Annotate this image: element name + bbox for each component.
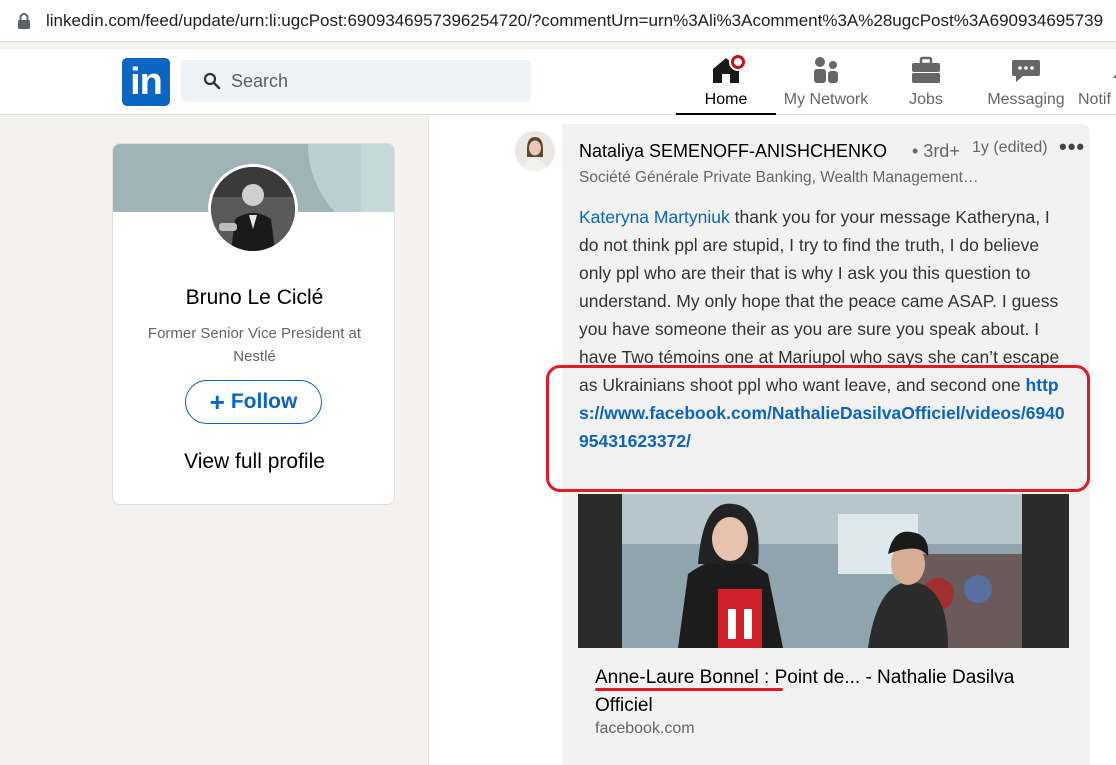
link-title-highlighted: Anne-Laure Bonnel : xyxy=(595,667,770,688)
profile-card: Bruno Le Ciclé Former Senior Vice Presid… xyxy=(112,143,395,505)
red-highlight-annotation xyxy=(546,365,1090,492)
linkedin-logo-icon[interactable]: in xyxy=(122,58,170,106)
plus-icon: + xyxy=(209,387,225,417)
commenter-avatar[interactable] xyxy=(515,131,555,171)
red-underline-annotation xyxy=(595,688,783,691)
nav-label-my-network: My Network xyxy=(783,91,869,108)
nav-item-home[interactable]: Home xyxy=(676,53,776,115)
search-input[interactable]: Search xyxy=(181,60,531,102)
nav-label-notifications: Notif xyxy=(1078,91,1111,108)
follow-button[interactable]: + Follow xyxy=(185,380,322,424)
nav-item-jobs[interactable]: Jobs xyxy=(880,53,972,115)
top-navigation: in Search Home My Network Jobs Messaging… xyxy=(0,49,1116,115)
briefcase-icon xyxy=(909,53,943,87)
bell-icon xyxy=(1108,53,1116,87)
nav-label-jobs: Jobs xyxy=(909,91,943,108)
connection-degree: • 3rd+ xyxy=(912,141,960,161)
comment-author-headline: Société Générale Private Banking, Wealth… xyxy=(579,169,979,186)
chat-icon xyxy=(1009,53,1043,87)
nav-label-home: Home xyxy=(704,91,748,108)
video-thumbnail[interactable] xyxy=(578,494,1069,648)
avatar[interactable] xyxy=(208,164,298,254)
follow-label: Follow xyxy=(230,390,298,413)
comment-timestamp: 1y (edited) xyxy=(972,139,1048,156)
link-preview-title[interactable]: Anne-Laure Bonnel : Point de... - Nathal… xyxy=(595,664,1055,720)
nav-item-messaging[interactable]: Messaging xyxy=(980,53,1072,115)
search-icon xyxy=(203,72,221,90)
nav-item-notifications[interactable]: Notif xyxy=(1078,53,1116,115)
browser-address-bar[interactable]: linkedin.com/feed/update/urn:li:ugcPost:… xyxy=(0,0,1116,42)
profile-name[interactable]: Bruno Le Ciclé xyxy=(113,286,394,310)
notification-badge xyxy=(729,53,747,71)
url-text[interactable]: linkedin.com/feed/update/urn:li:ugcPost:… xyxy=(46,11,1103,31)
network-icon xyxy=(809,53,843,87)
home-icon xyxy=(709,53,747,87)
nav-item-my-network[interactable]: My Network xyxy=(776,53,876,115)
more-options-icon[interactable]: ••• xyxy=(1059,134,1085,160)
lock-icon xyxy=(18,13,30,29)
view-full-profile-link[interactable]: View full profile xyxy=(113,450,394,474)
comment-author-name[interactable]: Nataliya SEMENOFF-ANISHCHENKO xyxy=(579,141,887,162)
link-preview-domain: facebook.com xyxy=(595,720,695,737)
nav-label-messaging: Messaging xyxy=(987,91,1065,108)
profile-title: Former Senior Vice President at Nestlé xyxy=(147,325,362,365)
mention-link[interactable]: Kateryna Martyniuk xyxy=(579,207,730,227)
search-placeholder: Search xyxy=(231,71,289,91)
